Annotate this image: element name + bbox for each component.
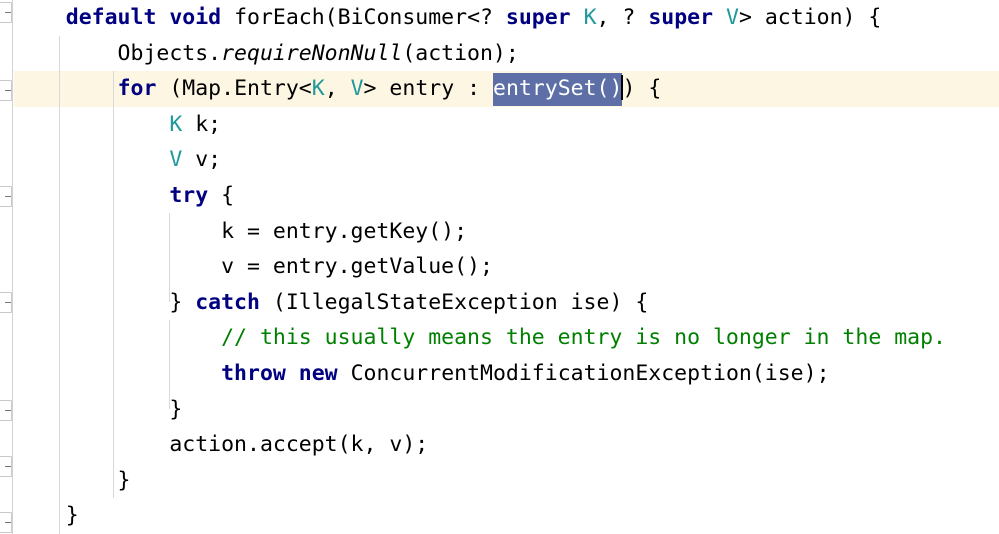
fold-marker-inner-close[interactable] (0, 456, 12, 477)
code-token: ) { (622, 76, 662, 102)
selected-text: entrySet() (493, 73, 623, 107)
code-token: v = entry.getValue(); (14, 254, 493, 280)
code-token: Objects. (14, 40, 222, 66)
fold-minus-icon (5, 12, 11, 13)
code-line-catch-close[interactable]: } (0, 392, 999, 428)
code-token: (IllegalStateException ise) { (259, 289, 649, 315)
code-line-comment[interactable]: // this usually means the entry is no lo… (0, 320, 999, 356)
code-token: > action) { (738, 5, 882, 30)
code-type-parameter: K (311, 76, 325, 102)
code-text-area[interactable]: default void forEach(BiConsumer<? super … (0, 0, 999, 534)
code-token: } (14, 467, 131, 493)
fold-minus-icon (5, 90, 11, 91)
code-keyword: void (169, 5, 222, 30)
code-token: (Map.Entry< (156, 76, 312, 102)
code-line-action-accept[interactable]: action.accept(k, v); (0, 427, 999, 463)
code-token: } (14, 396, 183, 422)
code-token: } (14, 289, 196, 315)
code-line-catch[interactable]: } catch (IllegalStateException ise) { (0, 285, 999, 321)
code-type-parameter: V (726, 5, 739, 30)
code-keyword: for (117, 76, 157, 102)
code-static-method: requireNonNull (221, 40, 403, 66)
fold-minus-icon (5, 196, 11, 197)
code-token: v; (182, 147, 222, 173)
fold-minus-icon (5, 302, 11, 303)
code-line-method-signature[interactable]: default void forEach(BiConsumer<? super … (0, 0, 999, 36)
code-token: (action); (402, 40, 519, 66)
fold-minus-icon (5, 466, 11, 467)
code-token: > entry : (363, 76, 493, 102)
fold-marker-block-end[interactable] (0, 400, 12, 421)
code-keyword: default (65, 5, 157, 30)
code-keyword: try (169, 182, 209, 208)
code-keyword: new (298, 360, 338, 386)
fold-marker-catch-block[interactable] (0, 292, 12, 313)
code-token: action.accept(k, v); (14, 432, 429, 458)
code-keyword: super (648, 5, 714, 30)
code-token: , ? (596, 5, 649, 30)
fold-marker-for-loop[interactable] (0, 80, 12, 101)
code-token: } (14, 503, 79, 529)
code-keyword: throw (221, 360, 286, 386)
code-line-for-close[interactable]: } (0, 463, 999, 499)
code-token: forEach(BiConsumer<? (221, 5, 506, 30)
code-token: k; (182, 111, 222, 137)
fold-marker-method-start[interactable] (0, 2, 12, 23)
code-type-parameter: V (350, 76, 364, 102)
code-line-throw[interactable]: throw new ConcurrentModificationExceptio… (0, 356, 999, 392)
fold-marker-try-block[interactable] (0, 186, 12, 207)
fold-rail (12, 0, 13, 534)
code-token: k = entry.getKey(); (14, 218, 468, 244)
code-line-declare-v[interactable]: V v; (0, 142, 999, 178)
code-line-method-close[interactable]: } (0, 498, 999, 534)
fold-minus-icon (5, 410, 11, 411)
code-type-parameter: V (169, 147, 183, 173)
code-keyword: catch (195, 289, 260, 315)
code-editor[interactable]: default void forEach(BiConsumer<? super … (0, 0, 999, 534)
code-line-declare-k[interactable]: K k; (0, 107, 999, 143)
code-token: , (324, 76, 351, 102)
code-line-get-key[interactable]: k = entry.getKey(); (0, 214, 999, 250)
code-comment: // this usually means the entry is no lo… (221, 325, 946, 351)
code-token: ConcurrentModificationException(ise); (337, 360, 830, 386)
code-line-for-loop[interactable]: for (Map.Entry<K, V> entry : entrySet())… (0, 71, 999, 107)
editor-gutter[interactable] (0, 0, 14, 534)
code-line-get-value[interactable]: v = entry.getValue(); (0, 249, 999, 285)
code-type-parameter: K (583, 5, 597, 30)
code-keyword: super (505, 5, 571, 30)
fold-marker-method-end[interactable] (0, 512, 12, 533)
fold-minus-icon (5, 522, 11, 523)
code-line-require-non-null[interactable]: Objects.requireNonNull(action); (0, 36, 999, 72)
code-type-parameter: K (169, 111, 183, 137)
code-line-try-open[interactable]: try { (0, 178, 999, 214)
code-token: { (208, 182, 235, 208)
